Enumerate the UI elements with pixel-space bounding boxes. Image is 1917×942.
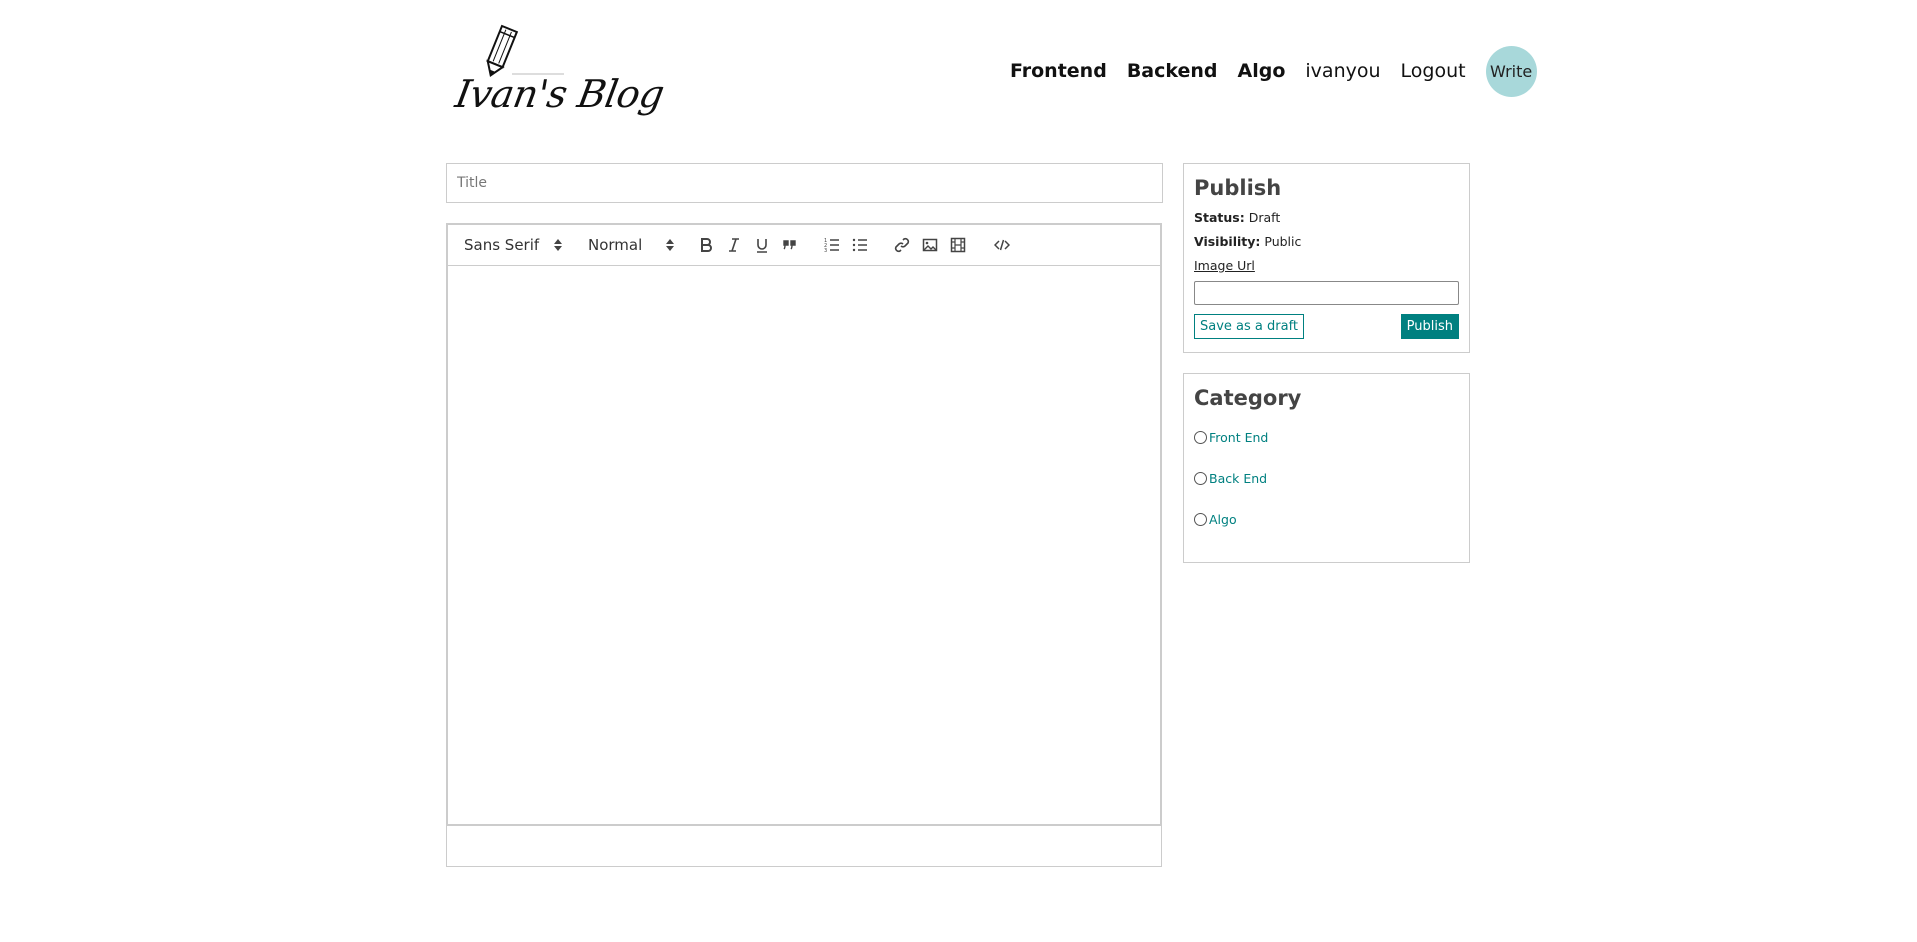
size-picker[interactable]: Normal	[588, 233, 674, 257]
image-url-label: Image Url	[1194, 258, 1255, 273]
nav-algo[interactable]: Algo	[1238, 60, 1286, 82]
visibility-row: Visibility: Public	[1194, 234, 1459, 249]
blockquote-icon[interactable]	[776, 233, 804, 257]
radio-button[interactable]	[1194, 513, 1207, 526]
bullet-list-icon[interactable]	[846, 233, 874, 257]
status-label: Status:	[1194, 210, 1245, 225]
image-icon[interactable]	[916, 233, 944, 257]
nav-frontend[interactable]: Frontend	[1010, 60, 1107, 82]
category-label: Back End	[1209, 471, 1268, 486]
visibility-value: Public	[1264, 234, 1302, 249]
write-button[interactable]: Write	[1485, 45, 1537, 97]
editor-footer	[446, 826, 1162, 867]
brand-logo[interactable]: Ivan's Blog	[452, 24, 667, 126]
category-heading: Category	[1194, 386, 1302, 410]
toolbar-group-lists: 123	[818, 233, 874, 257]
publish-panel: Publish Status: Draft Visibility: Public…	[1183, 163, 1470, 353]
editor-content-area[interactable]	[446, 266, 1162, 826]
category-panel: Category Front End Back End Algo	[1183, 373, 1470, 563]
font-picker-label: Sans Serif	[464, 236, 540, 254]
radio-button[interactable]	[1194, 431, 1207, 444]
image-url-input[interactable]	[1194, 281, 1459, 305]
radio-button[interactable]	[1194, 472, 1207, 485]
font-picker[interactable]: Sans Serif	[464, 233, 562, 257]
nav-logout[interactable]: Logout	[1401, 60, 1466, 82]
italic-icon[interactable]	[720, 233, 748, 257]
category-label: Front End	[1209, 430, 1269, 445]
save-draft-button[interactable]: Save as a draft	[1194, 314, 1305, 339]
picker-arrows-icon	[666, 238, 674, 252]
bold-icon[interactable]	[692, 233, 720, 257]
publish-heading: Publish	[1194, 176, 1282, 200]
video-icon[interactable]	[944, 233, 972, 257]
toolbar-group-media	[888, 233, 972, 257]
size-picker-label: Normal	[588, 236, 643, 254]
svg-text:3: 3	[824, 248, 827, 253]
picker-arrows-icon	[554, 238, 562, 252]
status-row: Status: Draft	[1194, 210, 1459, 225]
brand-name: Ivan's Blog	[452, 72, 668, 116]
nav-backend[interactable]: Backend	[1127, 60, 1218, 82]
editor-toolbar: Sans Serif Normal 1 2 3	[446, 223, 1162, 266]
category-option-front-end[interactable]: Front End	[1194, 430, 1459, 445]
page: Ivan's Blog Frontend Backend Algo ivanyo…	[0, 0, 1917, 942]
title-input[interactable]	[446, 163, 1163, 203]
toolbar-group-format	[692, 233, 804, 257]
category-label: Algo	[1209, 512, 1237, 527]
publish-actions: Save as a draft Publish	[1194, 314, 1459, 339]
toolbar-group-code	[988, 233, 1016, 257]
category-option-back-end[interactable]: Back End	[1194, 471, 1459, 486]
underline-icon[interactable]	[748, 233, 776, 257]
link-icon[interactable]	[888, 233, 916, 257]
ordered-list-icon[interactable]: 123	[818, 233, 846, 257]
code-block-icon[interactable]	[988, 233, 1016, 257]
rich-text-editor: Sans Serif Normal 1 2 3	[446, 223, 1162, 867]
nav-user[interactable]: ivanyou	[1305, 60, 1380, 82]
visibility-label: Visibility:	[1194, 234, 1261, 249]
main-nav: Frontend Backend Algo ivanyou Logout Wri…	[1010, 45, 1537, 97]
category-option-algo[interactable]: Algo	[1194, 512, 1459, 527]
status-value: Draft	[1248, 210, 1281, 225]
publish-button[interactable]: Publish	[1400, 314, 1459, 339]
